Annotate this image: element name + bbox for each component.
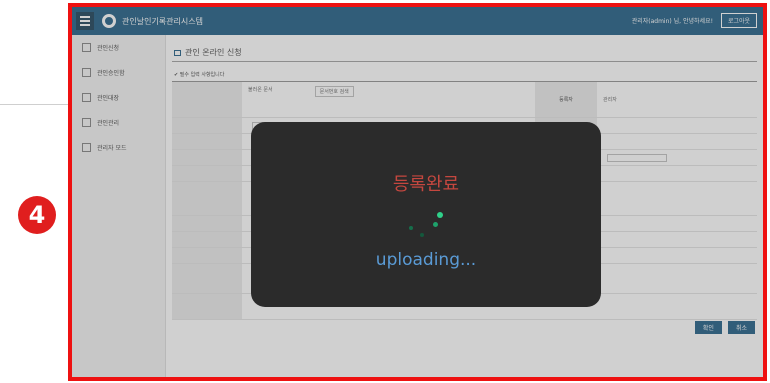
spinner-dot — [437, 212, 443, 218]
step-badge: 4 — [18, 196, 56, 234]
divider-line — [0, 104, 68, 105]
upload-modal: 등록완료 uploading... — [251, 122, 601, 307]
upload-status: uploading... — [375, 250, 477, 270]
highlight-frame: 관인날인기록관리시스템 관리자(admin) 님, 안녕하세요! 로그아웃 관인… — [68, 3, 767, 381]
screenshot-root: 4 관인날인기록관리시스템 관리자(admin) 님, 안녕하세요! 로그아웃 … — [0, 0, 770, 383]
spinner-dot — [433, 222, 438, 227]
spinner-dot — [420, 233, 424, 237]
spinner-dot — [409, 226, 413, 230]
modal-title: 등록완료 — [392, 174, 460, 195]
loading-spinner-icon — [409, 212, 449, 242]
